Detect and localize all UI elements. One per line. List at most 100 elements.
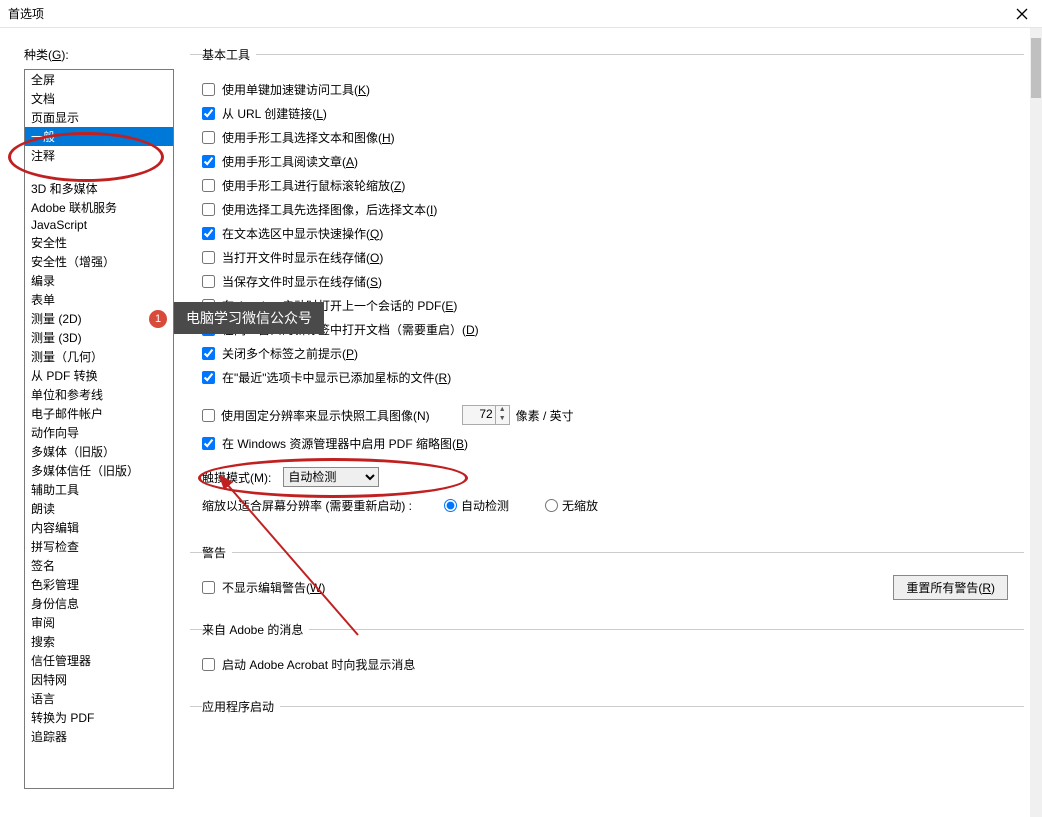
group-legend: 基本工具 bbox=[202, 46, 256, 63]
category-item[interactable]: 从 PDF 转换 bbox=[25, 366, 173, 385]
categories-panel: 种类(G): 全屏文档页面显示一般注释 3D 和多媒体Adobe 联机服务Java… bbox=[24, 46, 174, 817]
enable-thumbnails-checkbox[interactable] bbox=[202, 437, 215, 450]
option-checkbox[interactable] bbox=[202, 275, 215, 288]
category-item[interactable]: 单位和参考线 bbox=[25, 385, 173, 404]
category-item[interactable]: 编录 bbox=[25, 271, 173, 290]
categories-label: 种类(G): bbox=[24, 46, 69, 63]
hide-edit-warning-checkbox[interactable] bbox=[202, 581, 215, 594]
scale-row: 缩放以适合屏幕分辨率 (需要重新启动) : 自动检测 无缩放 bbox=[202, 497, 1024, 514]
option-label: 在文本选区中显示快速操作(Q) bbox=[222, 225, 383, 242]
category-item[interactable]: 全屏 bbox=[25, 70, 173, 89]
enable-thumbnails-label: 在 Windows 资源管理器中启用 PDF 缩略图(B) bbox=[222, 435, 468, 452]
option-checkbox[interactable] bbox=[202, 155, 215, 168]
option-checkbox[interactable] bbox=[202, 227, 215, 240]
option-checkbox[interactable] bbox=[202, 203, 215, 216]
scale-auto-option[interactable]: 自动检测 bbox=[444, 497, 509, 514]
touch-mode-select[interactable]: 自动检测 bbox=[283, 467, 379, 487]
category-item[interactable]: 测量（几何） bbox=[25, 347, 173, 366]
category-item[interactable]: 动作向导 bbox=[25, 423, 173, 442]
category-item[interactable]: 测量 (3D) bbox=[25, 328, 173, 347]
close-button[interactable] bbox=[1002, 0, 1042, 28]
category-item[interactable]: 追踪器 bbox=[25, 727, 173, 746]
category-item[interactable]: 信任管理器 bbox=[25, 651, 173, 670]
category-item[interactable]: 注释 bbox=[25, 146, 173, 165]
categories-listbox[interactable]: 全屏文档页面显示一般注释3D 和多媒体Adobe 联机服务JavaScript安… bbox=[24, 69, 174, 789]
category-item[interactable]: 文档 bbox=[25, 89, 173, 108]
category-item[interactable]: 内容编辑 bbox=[25, 518, 173, 537]
scale-auto-radio[interactable] bbox=[444, 499, 457, 512]
category-item[interactable]: 签名 bbox=[25, 556, 173, 575]
warning-group: 警告 不显示编辑警告(W) 重置所有警告(R) bbox=[190, 544, 1024, 601]
close-icon bbox=[1016, 8, 1028, 20]
option-checkbox[interactable] bbox=[202, 179, 215, 192]
adobe-msg-row: 启动 Adobe Acrobat 时向我显示消息 bbox=[202, 654, 1024, 674]
fixed-resolution-row: 使用固定分辨率来显示快照工具图像(N) 72 ▲▼ 像素 / 英寸 bbox=[202, 405, 1024, 425]
option-row: 使用手形工具进行鼠标滚轮缩放(Z) bbox=[202, 175, 1024, 195]
basic-tools-group: 基本工具 使用单键加速键访问工具(K) 从 URL 创建链接(L) 使用手形工具选择… bbox=[190, 46, 1024, 524]
fixed-resolution-checkbox[interactable] bbox=[202, 409, 215, 422]
category-item[interactable]: 拼写检查 bbox=[25, 537, 173, 556]
category-item[interactable]: 安全性（增强） bbox=[25, 252, 173, 271]
enable-thumbnails-row: 在 Windows 资源管理器中启用 PDF 缩略图(B) bbox=[202, 433, 1024, 453]
category-item[interactable]: 一般 bbox=[25, 127, 173, 146]
option-checkbox[interactable] bbox=[202, 131, 215, 144]
category-item[interactable]: 因特网 bbox=[25, 670, 173, 689]
category-item[interactable]: 多媒体信任（旧版） bbox=[25, 461, 173, 480]
category-item[interactable]: JavaScript bbox=[25, 217, 173, 233]
option-checkbox[interactable] bbox=[202, 371, 215, 384]
hide-edit-warning-row: 不显示编辑警告(W) bbox=[202, 577, 325, 597]
option-row: 从 URL 创建链接(L) bbox=[202, 103, 1024, 123]
reset-warnings-button[interactable]: 重置所有警告(R) bbox=[893, 575, 1008, 600]
option-label: 当保存文件时显示在线存储(S) bbox=[222, 273, 382, 290]
scale-none-radio[interactable] bbox=[545, 499, 558, 512]
option-label: 关闭多个标签之前提示(P) bbox=[222, 345, 358, 362]
spinner-unit: 像素 / 英寸 bbox=[516, 407, 574, 424]
option-label: 在"最近"选项卡中显示已添加星标的文件(R) bbox=[222, 369, 451, 386]
adobe-message-group: 来自 Adobe 的消息 启动 Adobe Acrobat 时向我显示消息 bbox=[190, 621, 1024, 678]
content-area: 种类(G): 全屏文档页面显示一般注释 3D 和多媒体Adobe 联机服务Java… bbox=[0, 28, 1042, 817]
option-row: 在文本选区中显示快速操作(Q) bbox=[202, 223, 1024, 243]
option-checkbox[interactable] bbox=[202, 107, 215, 120]
hide-edit-warning-label: 不显示编辑警告(W) bbox=[222, 579, 325, 596]
option-label: 使用选择工具先选择图像，后选择文本(I) bbox=[222, 201, 437, 218]
category-item[interactable]: 3D 和多媒体 bbox=[25, 179, 173, 198]
option-row: 当打开文件时显示在线存储(O) bbox=[202, 247, 1024, 267]
option-label: 使用手形工具选择文本和图像(H) bbox=[222, 129, 395, 146]
option-row: 在同一窗口的新标签中打开文档（需要重启）(D) bbox=[202, 319, 1024, 339]
fixed-resolution-spinner[interactable]: 72 ▲▼ bbox=[462, 405, 510, 425]
adobe-msg-checkbox[interactable] bbox=[202, 658, 215, 671]
option-row: 当保存文件时显示在线存储(S) bbox=[202, 271, 1024, 291]
category-item[interactable]: 审阅 bbox=[25, 613, 173, 632]
option-row: 在"最近"选项卡中显示已添加星标的文件(R) bbox=[202, 367, 1024, 387]
option-label: 使用手形工具进行鼠标滚轮缩放(Z) bbox=[222, 177, 405, 194]
category-item[interactable]: 辅助工具 bbox=[25, 480, 173, 499]
option-checkbox[interactable] bbox=[202, 347, 215, 360]
fixed-resolution-label: 使用固定分辨率来显示快照工具图像(N) bbox=[221, 407, 430, 424]
category-item[interactable]: 语言 bbox=[25, 689, 173, 708]
category-item[interactable]: 转换为 PDF bbox=[25, 708, 173, 727]
scale-label: 缩放以适合屏幕分辨率 (需要重新启动) : bbox=[202, 497, 412, 514]
group-legend: 应用程序启动 bbox=[202, 698, 280, 715]
window-title: 首选项 bbox=[8, 5, 1034, 22]
annotation-tooltip: 电脑学习微信公众号 bbox=[174, 302, 324, 334]
app-startup-group: 应用程序启动 bbox=[190, 698, 1024, 727]
option-checkbox[interactable] bbox=[202, 251, 215, 264]
option-label: 当打开文件时显示在线存储(O) bbox=[222, 249, 383, 266]
settings-panel: 基本工具 使用单键加速键访问工具(K) 从 URL 创建链接(L) 使用手形工具选择… bbox=[190, 46, 1032, 817]
adobe-msg-label: 启动 Adobe Acrobat 时向我显示消息 bbox=[222, 656, 415, 673]
category-item[interactable]: 页面显示 bbox=[25, 108, 173, 127]
option-checkbox[interactable] bbox=[202, 83, 215, 96]
category-item[interactable]: 身份信息 bbox=[25, 594, 173, 613]
category-item[interactable]: 安全性 bbox=[25, 233, 173, 252]
category-item[interactable]: 色彩管理 bbox=[25, 575, 173, 594]
category-item[interactable]: 搜索 bbox=[25, 632, 173, 651]
option-label: 使用单键加速键访问工具(K) bbox=[222, 81, 370, 98]
category-item[interactable]: Adobe 联机服务 bbox=[25, 198, 173, 217]
category-item[interactable]: 电子邮件帐户 bbox=[25, 404, 173, 423]
scale-none-option[interactable]: 无缩放 bbox=[545, 497, 598, 514]
category-item[interactable]: 表单 bbox=[25, 290, 173, 309]
option-row: 使用手形工具选择文本和图像(H) bbox=[202, 127, 1024, 147]
category-item[interactable]: 朗读 bbox=[25, 499, 173, 518]
category-item[interactable]: 多媒体（旧版） bbox=[25, 442, 173, 461]
option-row: 使用选择工具先选择图像，后选择文本(I) bbox=[202, 199, 1024, 219]
